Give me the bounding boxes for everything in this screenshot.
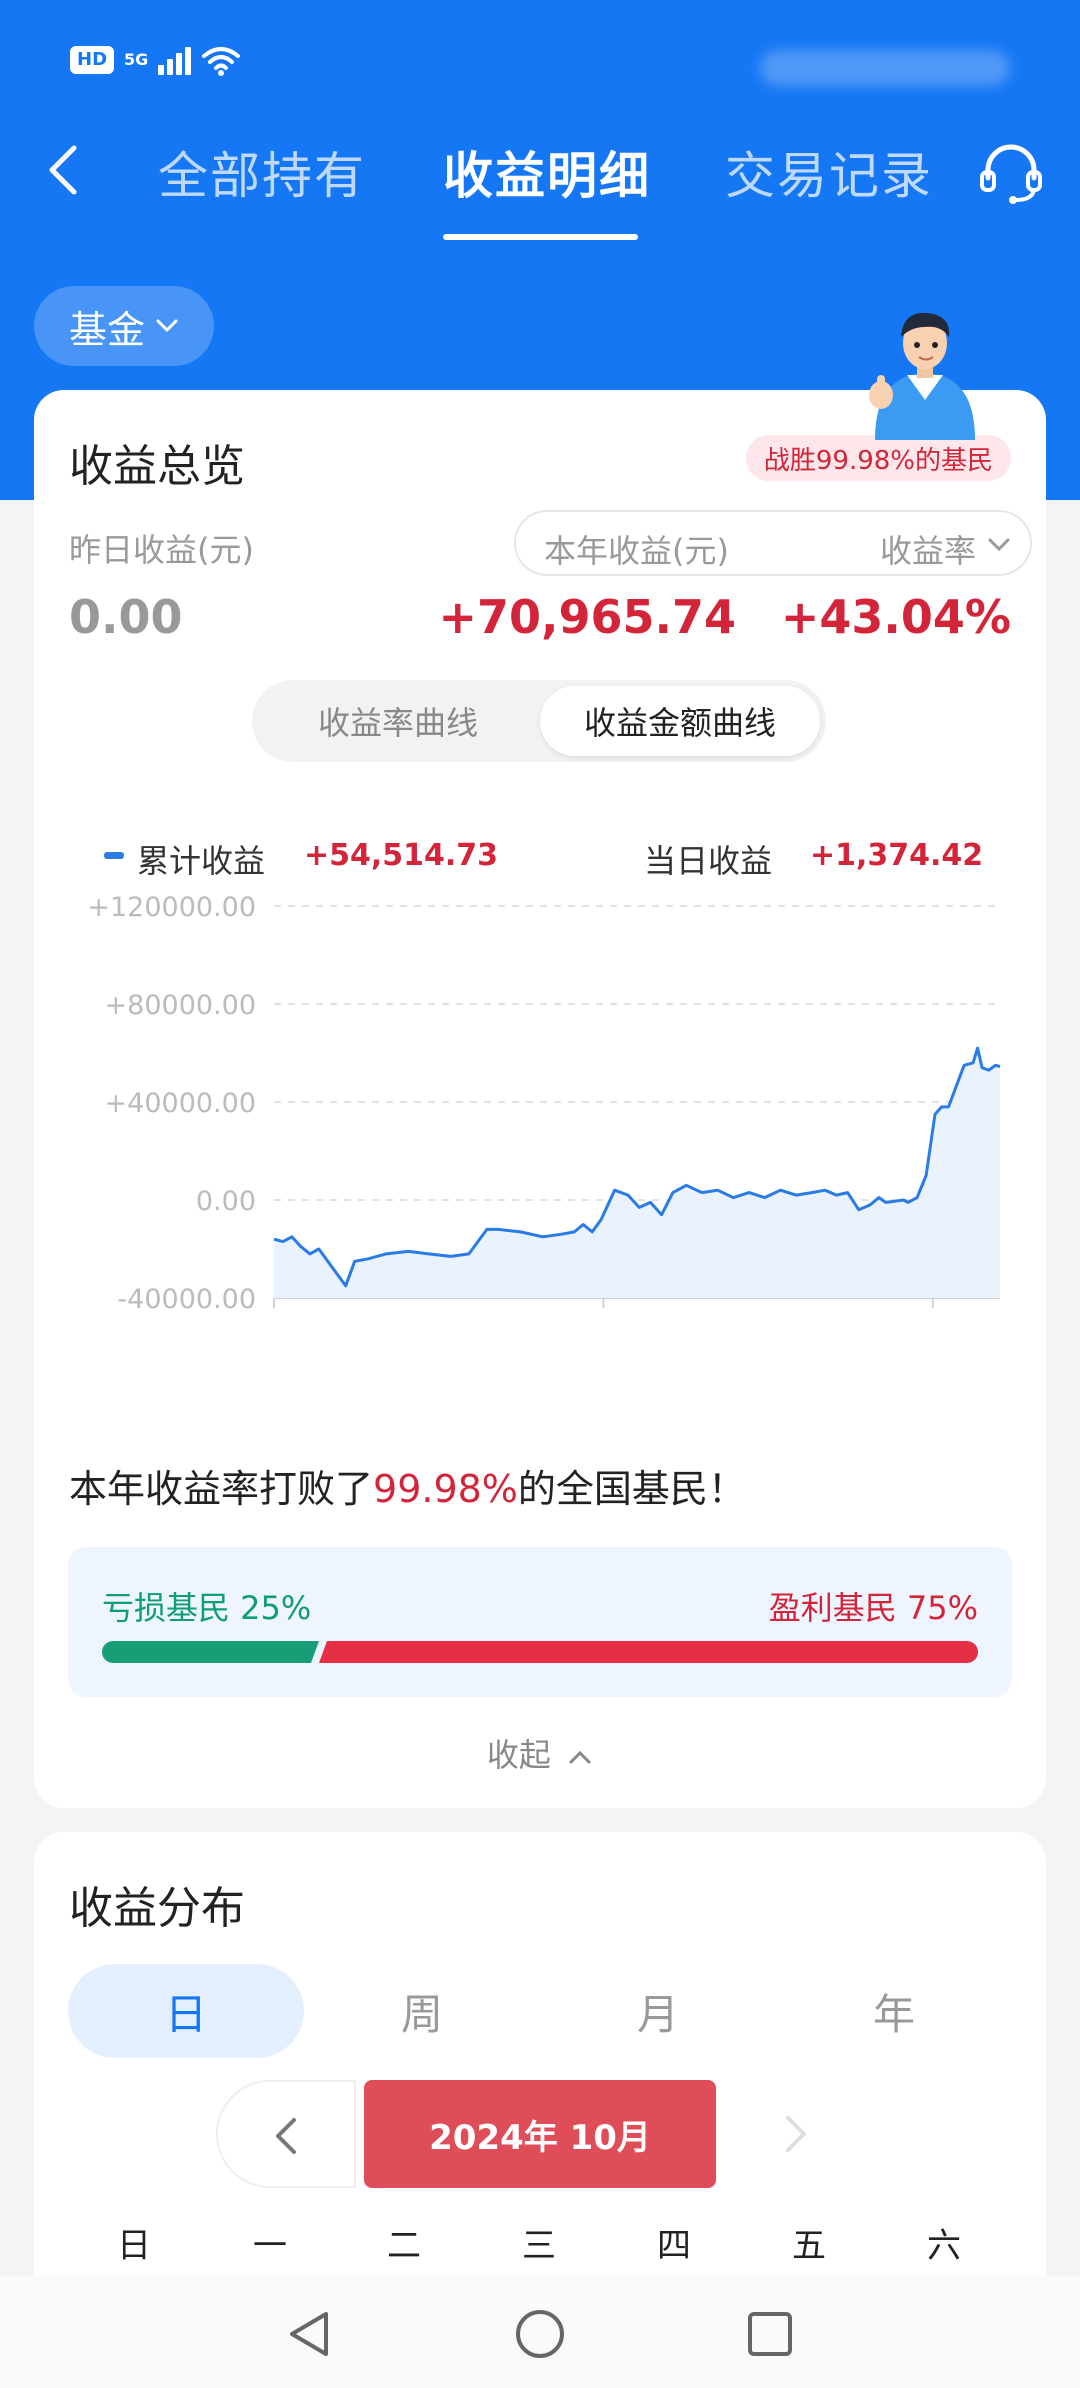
year-income-label: 本年收益(元)	[544, 532, 729, 570]
mascot-illustration	[869, 312, 975, 440]
system-back-icon[interactable]	[282, 2306, 338, 2362]
weekday-header: 日 一 二 三 四 五 六	[34, 2218, 1046, 2278]
beat-highlight: 99.98%	[373, 1467, 518, 1511]
y-tick-label: +40000.00	[105, 1088, 256, 1119]
tab-income-details[interactable]: 收益明细	[443, 136, 651, 208]
y-tick-label: -40000.00	[117, 1284, 256, 1315]
tab-trade-records[interactable]: 交易记录	[725, 136, 933, 208]
period-tab-day[interactable]: 日	[68, 1964, 304, 2058]
tab-holdings[interactable]: 全部持有	[158, 136, 366, 208]
weekday-label: 二	[387, 2226, 421, 2266]
collapse-button[interactable]: 收起	[34, 1730, 1046, 1776]
weekday-label: 五	[792, 2226, 826, 2266]
active-tab-indicator	[443, 234, 638, 240]
income-overview-card: 收益总览 战胜99.98%的基民 昨日收益(元) 本年收益(元) 收益率 0.0…	[34, 390, 1046, 1808]
income-rate-value: +43.04%	[780, 590, 1011, 644]
profit-segment	[319, 1641, 978, 1663]
weekday-label: 一	[253, 2226, 287, 2266]
yesterday-income-value: 0.00	[69, 590, 183, 644]
profit-investors-label: 盈利基民 75%	[768, 1589, 978, 1627]
chevron-up-icon	[569, 1750, 591, 1764]
amount-curve-button[interactable]: 收益金额曲线	[540, 686, 820, 756]
rank-badge: 战胜99.98%的基民	[745, 435, 1011, 481]
y-tick-label: +80000.00	[105, 990, 256, 1021]
year-income-value: +70,965.74	[438, 590, 736, 644]
previous-month-button[interactable]	[216, 2080, 356, 2188]
weekday-label: 六	[927, 2226, 961, 2266]
top-nav: 全部持有 收益明细 交易记录	[0, 120, 1080, 250]
investor-ratio-box: 亏损基民 25% 盈利基民 75%	[68, 1547, 1012, 1697]
period-tab-month[interactable]: 月	[540, 1964, 776, 2058]
loss-investors-label: 亏损基民 25%	[102, 1589, 312, 1627]
rate-curve-button[interactable]: 收益率曲线	[258, 686, 538, 756]
x-tick-label: 2024-10-21	[837, 1318, 1000, 1320]
weekday-label: 四	[657, 2226, 691, 2266]
x-tick-label: 2024-01-01	[274, 1318, 437, 1320]
beat-suffix: 的全国基民！	[517, 1467, 746, 1511]
chevron-right-icon	[786, 2116, 806, 2152]
customer-service-icon[interactable]	[976, 140, 1046, 210]
income-chart[interactable]: +120000.00 +80000.00 +40000.00 0.00 -40000.0…	[34, 880, 1046, 1320]
legend-cumulative-label: 累计收益	[137, 842, 266, 880]
next-month-button[interactable]	[754, 2080, 834, 2188]
signal-icon	[158, 45, 192, 75]
system-recents-icon[interactable]	[742, 2306, 798, 2362]
chevron-down-icon	[988, 538, 1010, 552]
income-rate-label: 收益率	[879, 532, 976, 570]
fund-filter-dropdown[interactable]: 基金	[34, 286, 214, 366]
investor-ratio-bar	[102, 1641, 978, 1663]
yesterday-income-label: 昨日收益(元)	[69, 531, 254, 569]
series-area-cumulative	[274, 1048, 1000, 1298]
system-home-icon[interactable]	[512, 2306, 568, 2362]
legend-daily-label: 当日收益	[644, 842, 773, 880]
beat-percentage-text: 本年收益率打败了99.98%的全国基民！	[69, 1458, 746, 1513]
fund-filter-label: 基金	[68, 307, 145, 352]
system-nav-bar	[0, 2276, 1080, 2388]
year-income-selector[interactable]: 本年收益(元) 收益率	[514, 510, 1032, 576]
legend-cumulative-value: +54,514.73	[304, 838, 499, 873]
legend-daily-value: +1,374.42	[810, 838, 984, 873]
period-tabs: 日 周 月 年	[68, 1964, 1012, 2058]
distribution-title: 收益分布	[69, 1883, 245, 1934]
y-tick-label: 0.00	[196, 1186, 256, 1217]
network-type-label: 5G	[124, 50, 149, 69]
wifi-icon	[202, 47, 241, 76]
loss-segment	[102, 1641, 319, 1663]
chevron-down-icon	[156, 319, 178, 333]
weekday-label: 三	[522, 2226, 556, 2266]
curve-type-toggle: 收益率曲线 收益金额曲线	[252, 680, 826, 762]
legend-swatch	[104, 852, 124, 859]
status-icons: HD 5G	[70, 44, 241, 76]
overview-title: 收益总览	[69, 441, 245, 492]
status-bar: HD 5G	[0, 0, 1080, 120]
y-tick-label: +120000.00	[87, 892, 256, 923]
period-tab-week[interactable]: 周	[304, 1964, 540, 2058]
beat-prefix: 本年收益率打败了	[69, 1467, 374, 1511]
collapse-label: 收起	[486, 1736, 551, 1774]
back-arrow-icon[interactable]	[36, 140, 96, 200]
weekday-label: 日	[117, 2226, 151, 2266]
blurred-carrier-area	[760, 50, 1010, 86]
chevron-left-icon	[276, 2118, 296, 2154]
current-month-label: 2024年 10月	[364, 2080, 716, 2188]
period-tab-year[interactable]: 年	[776, 1964, 1012, 2058]
x-tick-label: 2024-05-27	[522, 1318, 685, 1320]
chart-legend: 累计收益 +54,514.73 当日收益 +1,374.42	[104, 830, 1004, 880]
hd-badge: HD	[70, 46, 115, 74]
